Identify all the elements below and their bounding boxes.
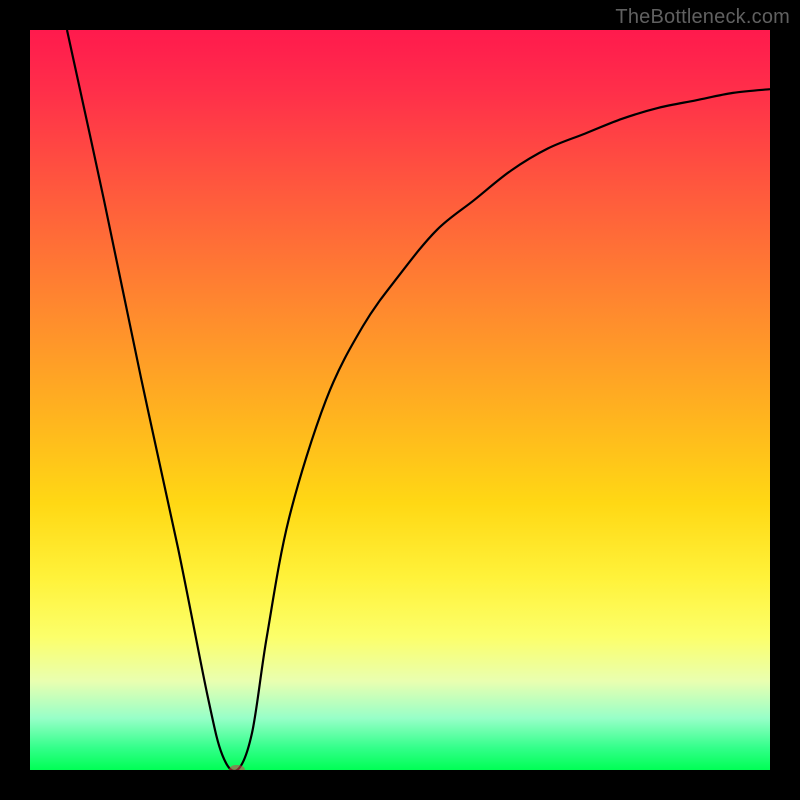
watermark-text: TheBottleneck.com [615,6,790,29]
curve-path [67,30,770,770]
plot-area [30,30,770,770]
bottleneck-curve [30,30,770,770]
min-point-marker [229,765,245,770]
chart-container: TheBottleneck.com [0,0,800,800]
